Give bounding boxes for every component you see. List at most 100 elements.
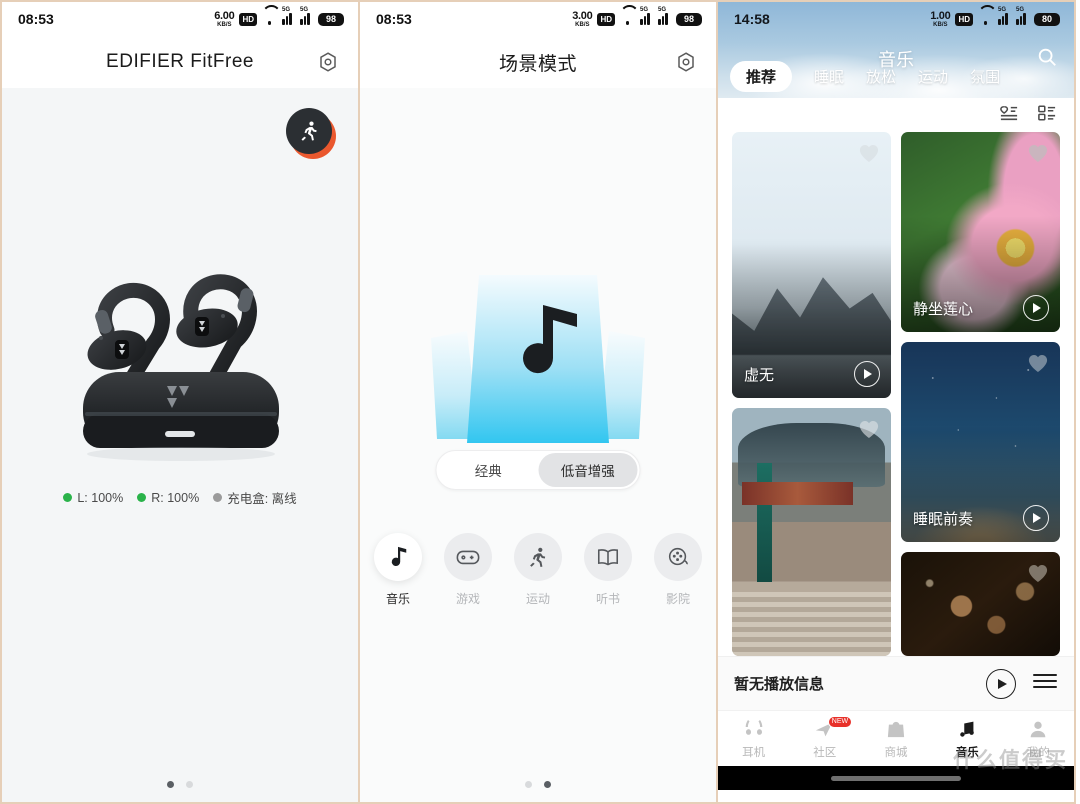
panel-scene-mode: 08:53 3.00 KB/S HD 5G 5G 98 场景模式 经典 低音增强… [358, 0, 718, 804]
tab-community[interactable]: NEW 社区 [789, 711, 860, 766]
network-speed: 6.00 KB/S [214, 9, 235, 28]
playlist-icon[interactable] [1032, 671, 1058, 696]
scene-item-sport[interactable]: 运动 [514, 533, 562, 607]
device-panel: L: 100% R: 100% 充电盒: 离线 [2, 88, 358, 802]
battery-right: R: 100% [137, 491, 199, 505]
music-card[interactable]: 睡眠前奏 [901, 342, 1060, 542]
card-title: 虚无 [744, 367, 775, 384]
network-speed: 3.00 KB/S [572, 9, 593, 28]
gear-icon[interactable] [674, 50, 698, 74]
tab-profile[interactable]: 我的 [1003, 711, 1074, 766]
battery-case: 充电盒: 离线 [213, 488, 297, 507]
hd-icon: HD [239, 12, 257, 26]
page-dot-1[interactable] [525, 781, 532, 788]
wifi-icon [262, 13, 277, 25]
page-dot-1[interactable] [167, 781, 174, 788]
app-header: 场景模式 [360, 36, 716, 88]
play-icon[interactable] [1023, 505, 1049, 531]
tab-relax[interactable]: 放松 [866, 66, 896, 87]
wifi-icon [978, 13, 993, 25]
tab-label: 耳机 [742, 746, 766, 759]
wifi-icon [620, 13, 635, 25]
status-bar: 08:53 3.00 KB/S HD 5G 5G 98 [360, 2, 716, 36]
favorite-heart-icon[interactable] [858, 419, 880, 439]
mini-player-bar: 暂无播放信息 [718, 656, 1074, 710]
signal-icon-1: 5G [282, 7, 295, 25]
film-reel-icon [654, 533, 702, 581]
eq-option-bass[interactable]: 低音增强 [538, 453, 638, 487]
battery-status-row: L: 100% R: 100% 充电盒: 离线 [2, 488, 358, 507]
signal-icon-2: 5G [658, 7, 671, 25]
gamepad-icon [444, 533, 492, 581]
music-card-grid: 虚无 静坐莲心 睡眠前奏 [718, 132, 1074, 656]
scene-selector: 音乐 游戏 运动 听书 影院 [360, 533, 716, 607]
favorite-heart-icon[interactable] [858, 143, 880, 163]
now-playing-text: 暂无播放信息 [734, 676, 825, 693]
scene-item-cinema[interactable]: 影院 [654, 533, 702, 607]
status-bar: 14:58 1.00 KB/S HD 5G 5G 80 [718, 2, 1074, 36]
play-icon[interactable] [986, 668, 1016, 699]
hd-icon: HD [597, 12, 615, 26]
view-options-bar [718, 98, 1074, 132]
page-title: EDIFIER FitFree [106, 51, 254, 72]
page-dot-2[interactable] [186, 781, 193, 788]
scene-panel: 经典 低音增强 音乐 游戏 运动 听书 影院 [360, 88, 716, 802]
tab-music[interactable]: 音乐 [932, 711, 1003, 766]
page-dot-2[interactable] [544, 781, 551, 788]
eq-option-classic[interactable]: 经典 [439, 453, 539, 487]
tab-earphone[interactable]: 耳机 [718, 711, 789, 766]
tab-label: 音乐 [955, 746, 979, 759]
scene-label: 运动 [525, 592, 550, 606]
bottom-tabbar: 耳机 NEW 社区 商城 音乐 我的 [718, 710, 1074, 766]
card-column-right: 静坐莲心 睡眠前奏 [901, 132, 1060, 656]
scene-item-game[interactable]: 游戏 [444, 533, 492, 607]
card-column-left: 虚无 [732, 132, 891, 656]
status-time: 08:53 [376, 11, 412, 27]
tab-ambience[interactable]: 氛围 [970, 66, 1000, 87]
new-badge: NEW [827, 716, 853, 728]
scene-item-music[interactable]: 音乐 [374, 533, 422, 607]
music-hero-header: 14:58 1.00 KB/S HD 5G 5G 80 音乐 推荐 睡眠 放松 … [718, 2, 1074, 98]
signal-icon-2: 5G [300, 7, 313, 25]
favorite-heart-icon[interactable] [1027, 563, 1049, 583]
page-indicator[interactable] [2, 781, 358, 788]
music-card[interactable]: 静坐莲心 [901, 132, 1060, 332]
panel-earphone-home: 08:53 6.00 KB/S HD 5G 5G 98 EDIFIER FitF… [0, 0, 360, 804]
page-indicator[interactable] [360, 781, 716, 788]
running-icon [514, 533, 562, 581]
music-card[interactable]: 虚无 [732, 132, 891, 398]
battery-indicator: 98 [318, 12, 344, 26]
panel-music: 14:58 1.00 KB/S HD 5G 5G 80 音乐 推荐 睡眠 放松 … [716, 0, 1076, 804]
favorite-heart-icon[interactable] [1027, 143, 1049, 163]
music-card[interactable] [901, 552, 1060, 656]
grid-list-icon[interactable] [1036, 104, 1058, 127]
tab-recommend[interactable]: 推荐 [730, 61, 793, 92]
play-icon[interactable] [1023, 295, 1049, 321]
play-icon[interactable] [854, 361, 880, 387]
tab-mall[interactable]: 商城 [860, 711, 931, 766]
favorites-list-icon[interactable] [998, 104, 1020, 127]
scene-label: 听书 [595, 592, 620, 606]
sport-mode-badge[interactable] [286, 108, 336, 159]
home-indicator [718, 766, 1074, 790]
scene-item-audiobook[interactable]: 听书 [584, 533, 632, 607]
signal-icon-1: 5G [640, 7, 653, 25]
card-title: 静坐莲心 [913, 301, 974, 318]
tab-label: 社区 [813, 746, 837, 759]
music-card[interactable] [732, 408, 891, 656]
gear-icon[interactable] [316, 50, 340, 74]
book-icon [584, 533, 632, 581]
music-note-icon [374, 533, 422, 581]
tab-sport[interactable]: 运动 [918, 66, 948, 87]
network-speed: 1.00 KB/S [930, 9, 951, 28]
earbuds-product-image [2, 238, 358, 468]
signal-icon-1: 5G [998, 7, 1011, 25]
status-time: 14:58 [734, 11, 770, 27]
status-time: 08:53 [18, 11, 54, 27]
eq-mode-toggle[interactable]: 经典 低音增强 [435, 450, 641, 490]
category-tabs: 推荐 睡眠 放松 运动 氛围 [718, 61, 1074, 92]
favorite-heart-icon[interactable] [1027, 353, 1049, 373]
hd-icon: HD [955, 12, 973, 26]
battery-indicator: 98 [676, 12, 702, 26]
tab-sleep[interactable]: 睡眠 [814, 66, 844, 87]
